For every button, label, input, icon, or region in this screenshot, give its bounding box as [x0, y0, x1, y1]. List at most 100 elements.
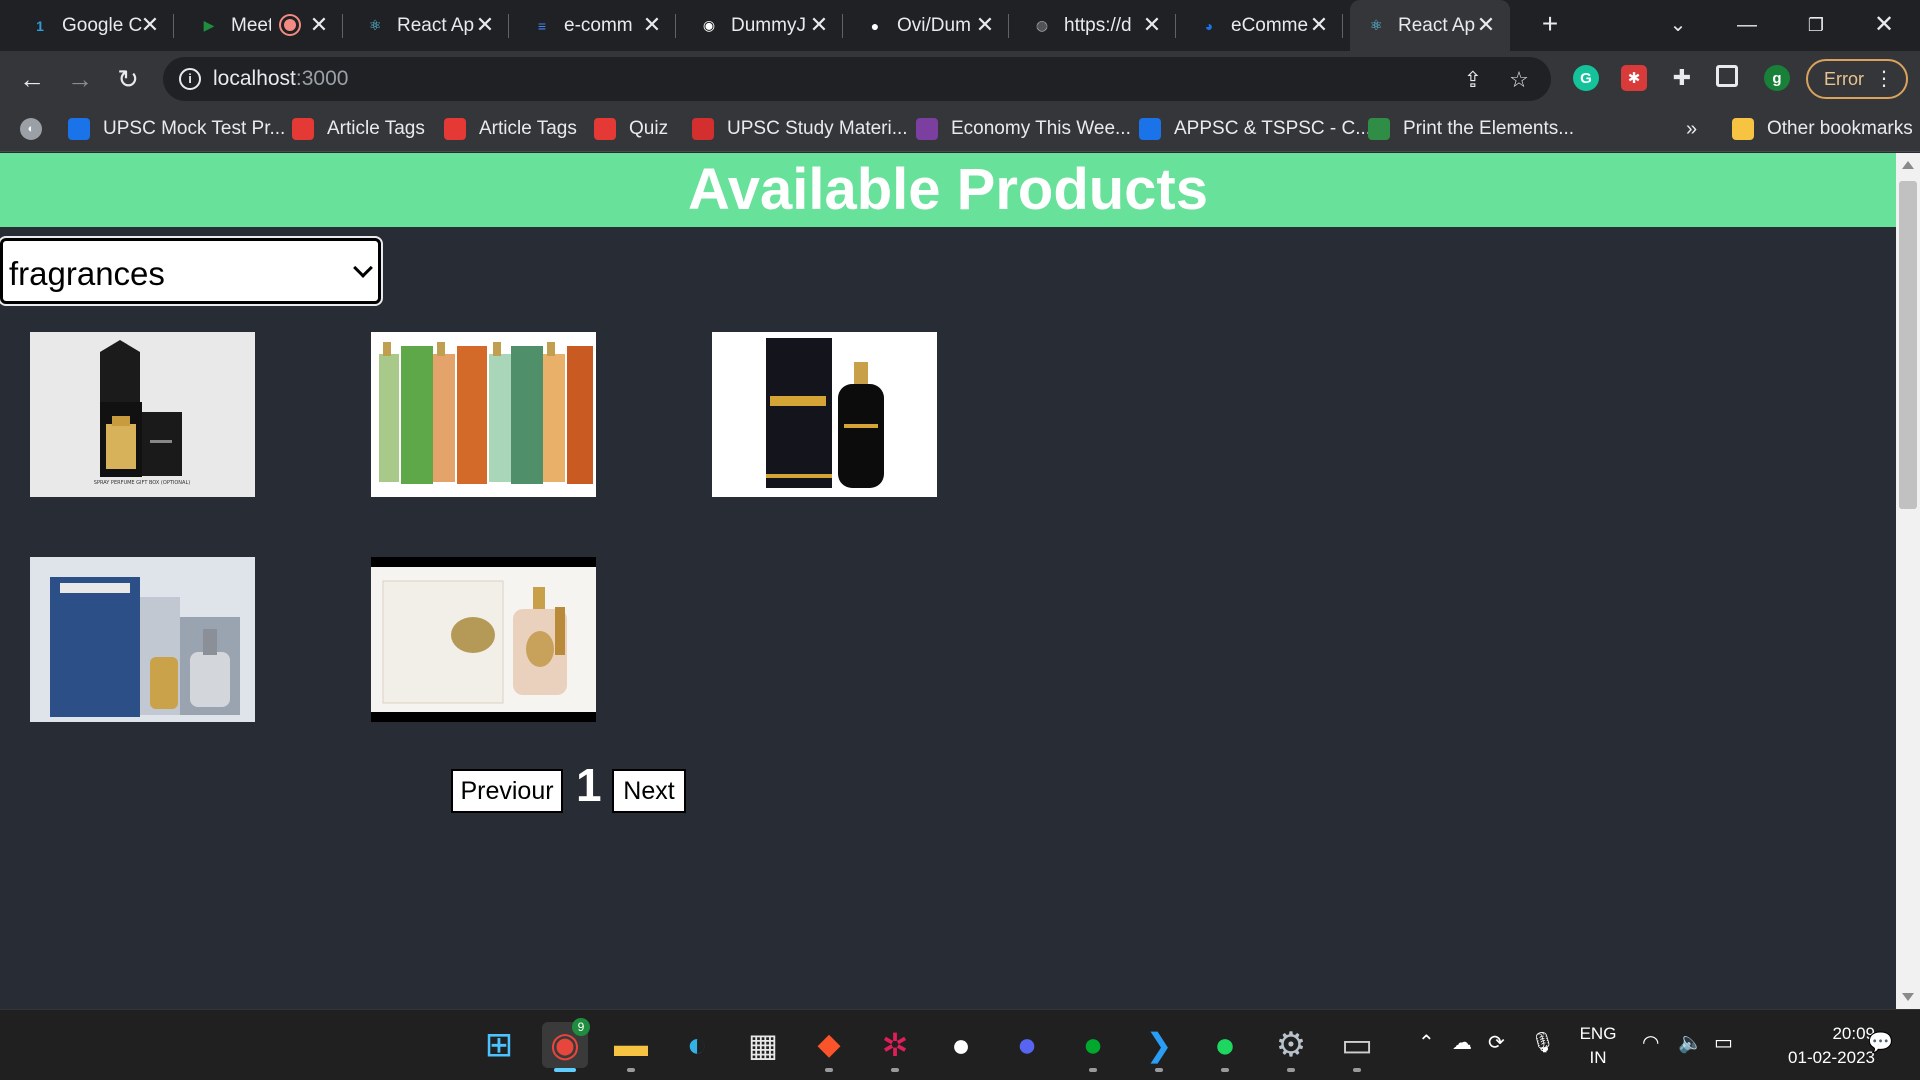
- taskbar-app[interactable]: ●: [938, 1022, 984, 1068]
- url-text[interactable]: localhost:3000: [213, 67, 348, 91]
- close-tab-icon[interactable]: ✕: [138, 13, 162, 37]
- taskbar-app[interactable]: ▦: [740, 1022, 786, 1068]
- close-tab-icon[interactable]: ✕: [307, 13, 331, 37]
- close-tab-icon[interactable]: ✕: [973, 13, 997, 37]
- page-scrollbar[interactable]: [1896, 153, 1920, 1009]
- url-port: :3000: [295, 67, 349, 90]
- taskbar-app[interactable]: ◉ 9: [542, 1018, 590, 1072]
- close-tab-icon[interactable]: ✕: [1140, 13, 1164, 37]
- browser-tab[interactable]: 1 Google C ✕: [14, 0, 174, 51]
- browser-tab[interactable]: ≡ e-comm ✕: [516, 0, 676, 51]
- tab-title: e-comm: [564, 14, 633, 36]
- bookmark-item[interactable]: Quiz: [594, 115, 668, 143]
- bookmark-item[interactable]: UPSC Mock Test Pr...: [68, 115, 285, 143]
- battery-icon[interactable]: ▭: [1714, 1030, 1733, 1055]
- reload-icon[interactable]: ↻: [108, 59, 148, 99]
- taskbar-app[interactable]: ●: [1070, 1022, 1116, 1072]
- taskbar-app[interactable]: ⊞: [476, 1022, 522, 1068]
- product-card[interactable]: [712, 332, 937, 497]
- product-card[interactable]: [30, 557, 255, 722]
- taskbar-app[interactable]: ◆: [806, 1022, 852, 1072]
- terminal-icon: ▭: [1340, 1026, 1374, 1064]
- back-icon[interactable]: ←: [12, 59, 52, 99]
- forward-icon[interactable]: →: [60, 59, 100, 99]
- close-tab-icon[interactable]: ✕: [640, 13, 664, 37]
- bookmark-label: Economy This Wee...: [951, 118, 1131, 139]
- page-viewport: Available Products fragrances SPRAY PERF…: [0, 153, 1896, 1009]
- bookmark-item[interactable]: Economy This Wee...: [916, 115, 1131, 143]
- next-button[interactable]: Next: [612, 769, 686, 813]
- github-icon: ●: [870, 17, 880, 34]
- tray-overflow-icon[interactable]: ⌃: [1418, 1030, 1435, 1055]
- share-icon[interactable]: ⇪: [1460, 67, 1486, 93]
- clock[interactable]: 20:09 01-02-2023: [1755, 1022, 1875, 1070]
- volume-icon[interactable]: 🔈: [1678, 1030, 1703, 1055]
- taskbar-app[interactable]: ❯: [1136, 1022, 1182, 1072]
- bookmark-item[interactable]: UPSC Study Materi...: [692, 115, 908, 143]
- browser-tab[interactable]: ⚛ React Ap ✕: [1350, 0, 1510, 51]
- menu-dots-icon[interactable]: ⋮: [1874, 61, 1894, 97]
- globe-icon: ◐: [20, 118, 42, 140]
- onedrive-icon[interactable]: ☁: [1452, 1030, 1472, 1055]
- extensions-puzzle-icon[interactable]: ✚: [1669, 65, 1695, 91]
- new-tab-button[interactable]: +: [1535, 10, 1565, 40]
- taskbar-app[interactable]: ◐: [674, 1022, 720, 1068]
- bookmark-item[interactable]: Article Tags: [444, 115, 577, 143]
- taskbar-app[interactable]: ▭: [1334, 1022, 1380, 1072]
- browser-tab[interactable]: ◉ DummyJ ✕: [683, 0, 843, 51]
- browser-tab[interactable]: ◍ https://d ✕: [1016, 0, 1176, 51]
- category-select[interactable]: fragrances: [0, 238, 381, 304]
- language-indicator[interactable]: ENG IN: [1575, 1022, 1621, 1070]
- bookmarks-overflow[interactable]: »: [1686, 115, 1697, 143]
- taskbar-app[interactable]: ✲: [872, 1022, 918, 1072]
- side-panel-icon[interactable]: [1716, 65, 1738, 87]
- browser-tab[interactable]: ▶ Meet ✕: [183, 0, 343, 51]
- close-tab-icon[interactable]: ✕: [1307, 13, 1331, 37]
- minimize-icon[interactable]: —: [1727, 8, 1767, 42]
- tab-search-icon[interactable]: ⌄: [1658, 8, 1698, 42]
- globe-icon: ◍: [1035, 17, 1049, 33]
- previous-button[interactable]: Previour: [451, 769, 563, 813]
- running-indicator: [1089, 1068, 1097, 1072]
- browser-tab[interactable]: ⚛ React Ap ✕: [349, 0, 509, 51]
- microphone-icon[interactable]: 🎙: [1530, 1030, 1555, 1055]
- scroll-up-icon[interactable]: [1902, 161, 1914, 169]
- product-card[interactable]: [371, 332, 596, 497]
- bookmark-item[interactable]: Article Tags: [292, 115, 425, 143]
- close-tab-icon[interactable]: ✕: [807, 13, 831, 37]
- running-indicator: [627, 1068, 635, 1072]
- apps-icon[interactable]: ◐: [20, 115, 55, 143]
- taskbar-app[interactable]: ▬: [608, 1022, 654, 1072]
- taskbar-app[interactable]: ●: [1004, 1022, 1050, 1068]
- scroll-thumb[interactable]: [1899, 181, 1917, 509]
- bookmark-label: UPSC Study Materi...: [727, 118, 908, 139]
- browser-tab[interactable]: ● Ovi/Dum ✕: [849, 0, 1009, 51]
- profile-avatar[interactable]: g: [1764, 65, 1790, 91]
- extension-red-icon[interactable]: ✱: [1621, 65, 1647, 91]
- close-window-icon[interactable]: ✕: [1864, 8, 1904, 42]
- settings-icon: ⚙: [1275, 1026, 1307, 1064]
- browser-tab[interactable]: ◕ eComme ✕: [1183, 0, 1343, 51]
- notifications-icon[interactable]: 💬: [1868, 1030, 1893, 1055]
- wifi-icon[interactable]: ◠: [1642, 1030, 1659, 1055]
- error-button[interactable]: Error ⋮: [1806, 59, 1908, 99]
- bookmark-item[interactable]: Print the Elements...: [1368, 115, 1574, 143]
- address-bar[interactable]: i localhost:3000 ⇪ ☆: [163, 57, 1551, 101]
- spotify-icon: ●: [1214, 1024, 1236, 1065]
- bookmark-star-icon[interactable]: ☆: [1506, 67, 1532, 93]
- scroll-down-icon[interactable]: [1902, 993, 1914, 1001]
- site-info-icon[interactable]: i: [179, 68, 201, 90]
- file-explorer-icon: ▬: [614, 1026, 648, 1064]
- restore-icon[interactable]: ❐: [1796, 8, 1836, 42]
- bookmark-item[interactable]: APPSC & TSPSC - C...: [1139, 115, 1371, 143]
- close-tab-icon[interactable]: ✕: [1474, 13, 1498, 37]
- taskbar-app[interactable]: ●: [1202, 1022, 1248, 1072]
- taskbar-app[interactable]: ⚙: [1268, 1022, 1314, 1072]
- sync-icon[interactable]: ⟳: [1488, 1030, 1505, 1055]
- product-card[interactable]: SPRAY PERFUME GIFT BOX (OPTIONAL): [30, 332, 255, 497]
- product-card[interactable]: [371, 557, 596, 722]
- brave-icon: ◆: [817, 1028, 841, 1061]
- close-tab-icon[interactable]: ✕: [473, 13, 497, 37]
- other-bookmarks[interactable]: Other bookmarks: [1732, 115, 1913, 143]
- grammarly-icon[interactable]: G: [1573, 65, 1599, 91]
